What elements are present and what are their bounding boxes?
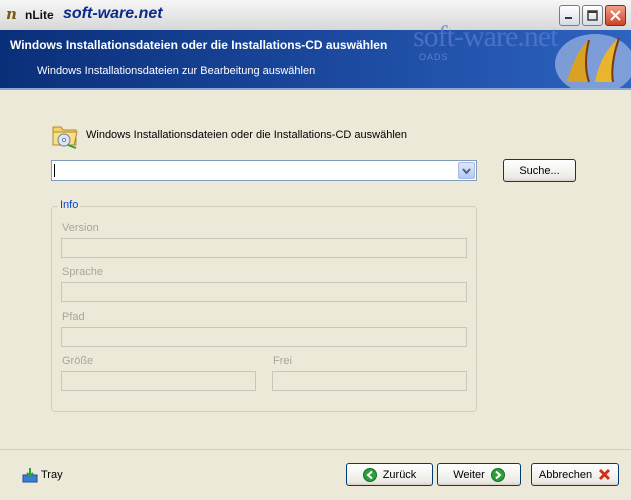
minimize-button[interactable]	[559, 5, 580, 26]
back-button[interactable]: Zurück	[346, 463, 433, 486]
combobox-dropdown-button[interactable]	[458, 162, 475, 179]
header-subtitle: Windows Installationsdateien zur Bearbei…	[37, 65, 316, 77]
header-watermark: soft-ware.net	[413, 20, 558, 53]
version-label: Version	[62, 222, 99, 234]
back-button-label: Zurück	[382, 468, 417, 481]
header-title: Windows Installationsdateien oder die In…	[10, 38, 388, 52]
cancel-button[interactable]: Abbrechen	[531, 463, 619, 486]
maximize-button[interactable]	[582, 5, 603, 26]
arrow-right-icon	[490, 467, 505, 482]
search-button[interactable]: Suche...	[503, 159, 576, 182]
nlite-window: n nLite soft-ware.net soft-ware.net OADS…	[0, 0, 631, 500]
source-path-combobox[interactable]	[51, 160, 477, 181]
watermark-title: soft-ware.net	[63, 5, 163, 22]
version-field	[61, 238, 467, 258]
nlite-header-art-icon	[555, 34, 631, 88]
sprache-label: Sprache	[62, 266, 103, 278]
nlite-logo-icon: n	[6, 5, 17, 23]
minimize-icon	[565, 17, 572, 19]
next-button-label: Weiter	[453, 468, 485, 481]
close-button[interactable]	[605, 5, 626, 26]
wizard-header: soft-ware.net OADS Windows Installations…	[0, 20, 631, 90]
pfad-label: Pfad	[62, 311, 85, 323]
arrow-left-icon	[362, 467, 377, 482]
cancel-button-label: Abbrechen	[538, 468, 593, 481]
app-name: nLite	[25, 8, 54, 22]
header-watermark-small: OADS	[419, 52, 449, 62]
next-button[interactable]: Weiter	[437, 463, 521, 486]
groesse-label: Größe	[62, 355, 94, 367]
tray-label: Tray	[41, 469, 63, 481]
section-label: Windows Installationsdateien oder die In…	[86, 129, 408, 141]
tray-icon	[22, 468, 38, 483]
frei-label: Frei	[273, 355, 292, 367]
frei-field	[272, 371, 467, 391]
maximize-icon	[587, 10, 598, 21]
folder-cd-icon	[52, 126, 78, 149]
search-button-label: Suche...	[519, 164, 560, 177]
text-caret	[54, 164, 55, 177]
chevron-down-icon	[462, 167, 471, 174]
info-legend: Info	[58, 199, 81, 211]
groesse-field	[61, 371, 256, 391]
sprache-field	[61, 282, 467, 302]
cancel-x-icon	[599, 468, 611, 481]
close-icon	[610, 10, 621, 21]
tray-button[interactable]: Tray	[22, 467, 63, 483]
pfad-field	[61, 327, 467, 347]
